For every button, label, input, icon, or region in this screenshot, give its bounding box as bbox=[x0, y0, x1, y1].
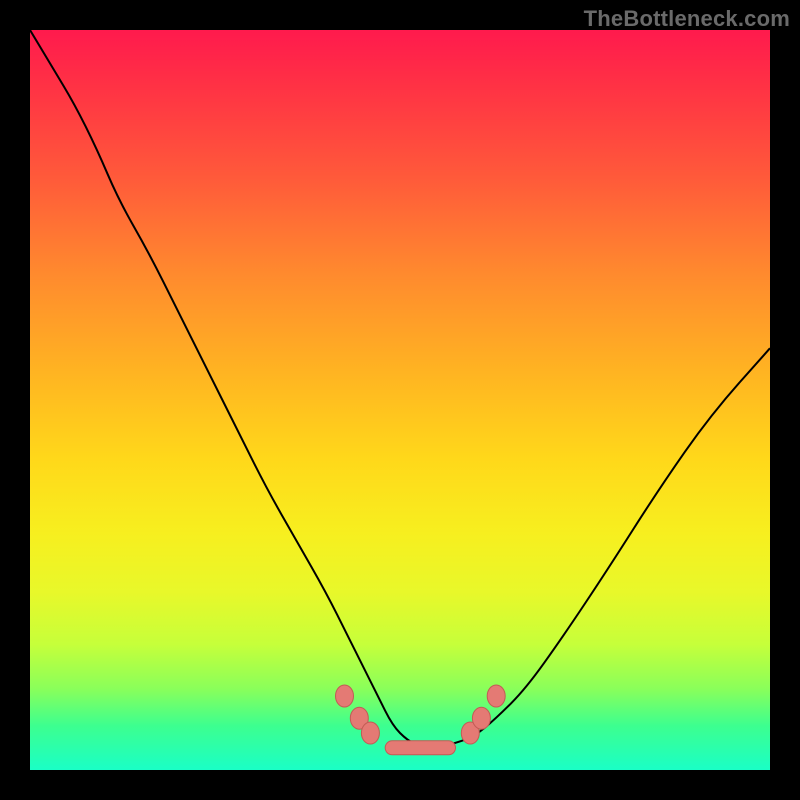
bottleneck-curve bbox=[30, 30, 770, 748]
curve-flat-segment bbox=[385, 741, 455, 755]
marker-left-cluster-2 bbox=[350, 707, 368, 729]
marker-group bbox=[336, 685, 506, 744]
chart-svg bbox=[30, 30, 770, 770]
watermark-text: TheBottleneck.com bbox=[584, 6, 790, 32]
marker-left-cluster-3 bbox=[361, 722, 379, 744]
chart-frame: TheBottleneck.com bbox=[0, 0, 800, 800]
plot-area bbox=[30, 30, 770, 770]
marker-right-cluster-2 bbox=[472, 707, 490, 729]
marker-right-cluster-3 bbox=[487, 685, 505, 707]
marker-left-cluster-1 bbox=[336, 685, 354, 707]
marker-right-cluster-1 bbox=[461, 722, 479, 744]
